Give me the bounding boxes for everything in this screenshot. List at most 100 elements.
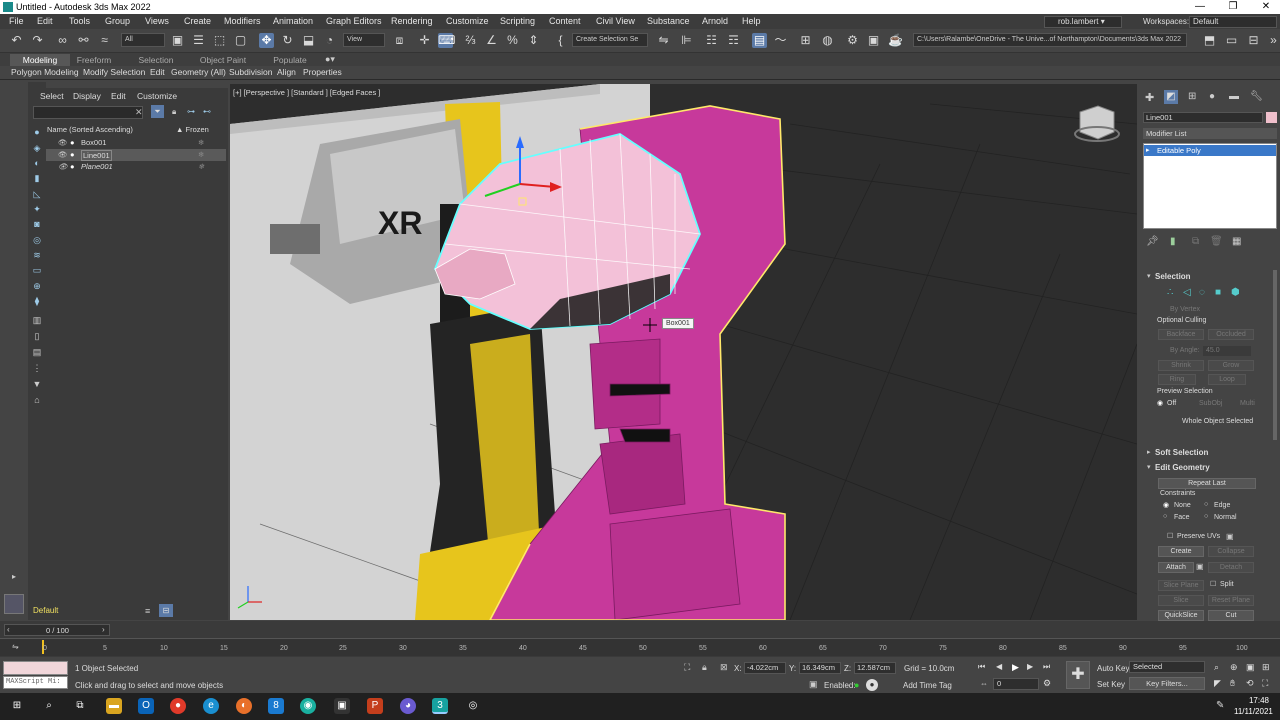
close-button[interactable]: ✕ [1246, 0, 1280, 14]
keyboard-shortcut-override-icon[interactable]: ⌨ [438, 33, 455, 48]
auto-key-button[interactable]: Auto Key [1097, 664, 1129, 673]
key-filters-button[interactable]: Key Filters... [1129, 677, 1205, 690]
lock-icon[interactable]: 🔒︎ [172, 107, 176, 117]
bind-space-warp-icon[interactable]: ≈ [97, 33, 112, 48]
scene-menu-edit[interactable]: Edit [111, 91, 126, 101]
modify-tab-icon[interactable]: ◩ [1164, 90, 1178, 104]
menu-views[interactable]: Views [145, 16, 169, 26]
display-frozen-icon[interactable]: ▯ [31, 330, 43, 342]
scene-search-input[interactable] [33, 106, 143, 119]
x-coordinate-field[interactable]: -4.022cm [744, 662, 786, 674]
rendered-frame-window-icon[interactable]: ▣ [866, 33, 881, 48]
slice-plane-button[interactable]: Slice Plane [1158, 580, 1204, 591]
normal-radio-icon[interactable]: ○ [1204, 513, 1208, 520]
visibility-eye-icon[interactable]: 👁︎ [58, 137, 68, 149]
curve-editor-icon[interactable]: 〜 [773, 33, 788, 48]
time-configuration-icon[interactable]: ⚙ [1043, 678, 1051, 689]
outlook-icon[interactable]: O [138, 698, 154, 714]
edit-geometry-rollout-title[interactable]: Edit Geometry [1155, 463, 1210, 472]
key-mode-dropdown[interactable]: Selected [1129, 661, 1205, 673]
none-radio-icon[interactable]: ◉ [1163, 501, 1169, 509]
reset-plane-button[interactable]: Reset Plane [1208, 595, 1254, 606]
viewcube-icon[interactable] [1074, 105, 1120, 142]
selection-filter-dropdown[interactable]: All [121, 33, 165, 47]
toggle-scene-explorer-icon[interactable]: ☷ [704, 33, 719, 48]
set-key-button[interactable]: Set Key [1097, 680, 1125, 689]
hierarchy-icon[interactable]: ⊶ [187, 107, 195, 116]
display-lights-icon[interactable]: ✦ [31, 203, 43, 215]
render-dot-icon[interactable]: ● [70, 161, 75, 173]
powerpoint-icon[interactable]: P [367, 698, 383, 714]
task-view-icon[interactable]: ⧉ [72, 698, 88, 714]
menu-substance[interactable]: Substance [647, 16, 690, 26]
display-helpers-icon[interactable]: ◎ [31, 234, 43, 246]
filter-funnel-icon[interactable]: ▼ [31, 378, 43, 390]
backface-button[interactable]: Backface [1158, 329, 1204, 340]
panel-scrollbar[interactable] [1273, 270, 1277, 440]
panel-subdivision[interactable]: Subdivision [229, 67, 272, 77]
render-production-icon[interactable]: ☕ [888, 33, 903, 48]
motion-tab-icon[interactable]: ● [1209, 91, 1215, 102]
app-8-icon[interactable]: 8 [268, 698, 284, 714]
object-color-swatch[interactable] [1266, 112, 1277, 123]
windows-start-icon[interactable]: ⊞ [9, 698, 25, 714]
viewport-label[interactable]: [+] [Perspective ] [Standard ] [Edged Fa… [233, 88, 380, 97]
panel-modify-selection[interactable]: Modify Selection [83, 67, 145, 77]
panel-geometry-all[interactable]: Geometry (All) [171, 67, 226, 77]
prev-frame-icon[interactable]: ‹ [7, 625, 10, 634]
display-all-children-icon[interactable]: ⋮ [31, 362, 43, 374]
menu-modifiers[interactable]: Modifiers [224, 16, 261, 26]
tab-populate[interactable]: Populate [266, 54, 314, 66]
scene-row-selected[interactable]: 👁︎ ● Line001 ❄ [46, 149, 226, 161]
track-bar-icon[interactable]: ⇋ [12, 642, 19, 651]
select-and-place-icon[interactable]: ◔ [322, 33, 337, 48]
display-containers-icon[interactable]: ▥ [31, 314, 43, 326]
grow-button[interactable]: Grow [1208, 360, 1254, 371]
freeze-icon[interactable]: ❄ [198, 161, 204, 173]
layers-icon[interactable]: ≡ [145, 606, 150, 616]
schematic-view-icon[interactable]: ⊞ [798, 33, 813, 48]
preserve-uvs-settings-icon[interactable]: ▣ [1226, 532, 1234, 541]
rollout-collapse-icon[interactable]: ▾ [1147, 272, 1151, 280]
display-cameras-icon[interactable]: ◙ [31, 218, 43, 230]
face-radio-icon[interactable]: ○ [1163, 513, 1167, 520]
material-editor-icon[interactable]: ◍ [820, 33, 835, 48]
workspace-dropdown[interactable]: Default [1189, 16, 1277, 28]
display-space-warps-icon[interactable]: ≋ [31, 249, 43, 261]
z-coordinate-field[interactable]: 12.587cm [854, 662, 896, 674]
modifier-list-dropdown[interactable]: Modifier List [1143, 128, 1277, 139]
rollout-collapse-icon[interactable]: ▾ [1147, 463, 1151, 471]
firefox-icon[interactable]: ◐ [236, 698, 252, 714]
previous-frame-icon[interactable]: ◀︎ [996, 662, 1002, 671]
project-folder-icon[interactable]: ⬒ [1202, 33, 1217, 48]
project-path-field[interactable]: C:\Users\Ralambe\OneDrive - The Unive...… [913, 33, 1187, 47]
search-icon[interactable]: ⌕ [41, 698, 57, 714]
modifier-stack-item[interactable]: Editable Poly [1144, 145, 1276, 156]
render-setup-icon[interactable]: ⚙ [845, 33, 860, 48]
panel-polygon-modeling[interactable]: Polygon Modeling [11, 67, 79, 77]
menu-tools[interactable]: Tools [69, 16, 90, 26]
time-tag-icon[interactable]: ● [866, 679, 878, 691]
layer-dropdown[interactable]: Default [30, 604, 135, 617]
display-all-icon[interactable]: ◈ [31, 142, 43, 154]
adaptive-degradation-icon[interactable]: ▣ [809, 679, 818, 690]
next-frame-icon[interactable]: › [102, 625, 105, 634]
ring-button[interactable]: Ring [1158, 374, 1196, 385]
vertex-mode-icon[interactable]: ∴ [1167, 287, 1173, 298]
play-icon[interactable]: ▶︎ [1012, 662, 1019, 673]
named-selection-dropdown[interactable]: Create Selection Se [572, 33, 648, 47]
split-checkbox-icon[interactable]: ☐ [1210, 580, 1216, 588]
undo-icon[interactable]: ↶ [9, 33, 24, 48]
visibility-eye-icon[interactable]: 👁︎ [58, 161, 68, 173]
toggle-ribbon-icon[interactable]: ▤ [752, 33, 767, 48]
rectangle-selection-icon[interactable]: ⬚ [212, 33, 227, 48]
key-mode-icon[interactable]: ⇔ [980, 679, 988, 688]
current-frame-field[interactable]: 0 [993, 678, 1039, 690]
angle-snap-icon[interactable]: ∠ [484, 33, 499, 48]
select-and-rotate-icon[interactable]: ↻ [280, 33, 295, 48]
freeze-icon[interactable]: ❄ [198, 149, 204, 161]
select-and-move-icon[interactable]: ✥ [259, 33, 274, 48]
show-end-result-icon[interactable]: ▮ [1170, 236, 1176, 247]
selection-rollout-title[interactable]: Selection [1155, 272, 1191, 281]
zoom-all-icon[interactable]: ⊕ [1230, 662, 1238, 673]
